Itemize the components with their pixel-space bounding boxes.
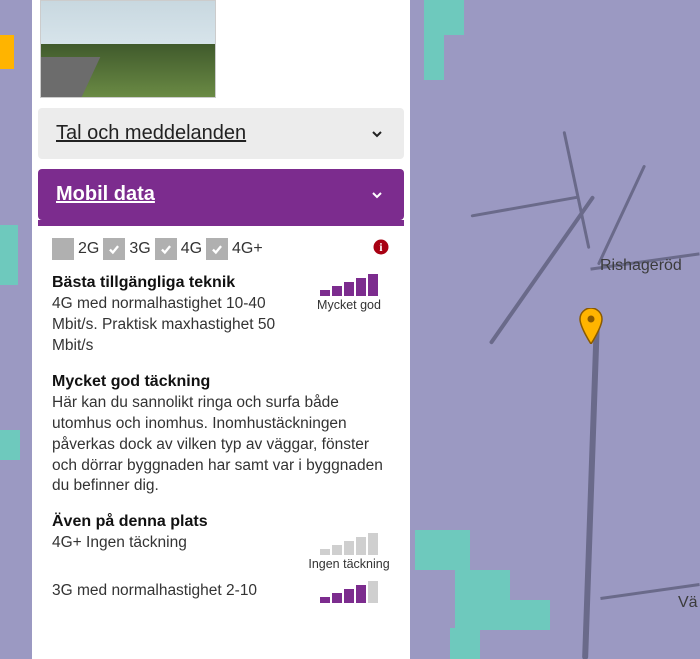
signal-label: Mycket god xyxy=(308,298,390,312)
chip-label: 4G xyxy=(181,240,202,258)
map-tile xyxy=(0,225,18,285)
signal-label: Ingen täckning xyxy=(308,557,390,571)
accordion-mobile-data[interactable]: Mobil data 2G 3G 4G xyxy=(38,169,404,605)
signal-bars-none: Ingen täckning xyxy=(308,533,390,571)
signal-bars-partial xyxy=(308,581,390,605)
chevron-down-icon xyxy=(368,125,386,143)
map-road xyxy=(582,320,600,659)
signal-bars: Mycket god xyxy=(308,274,390,312)
section-body: Här kan du sannolikt ringa och surfa båd… xyxy=(52,393,390,498)
map-tile xyxy=(424,0,464,35)
app-root: Rishageröd Vä Tal och meddelanden Mobil … xyxy=(0,0,700,659)
also-line: 3G med normalhastighet 2-10 xyxy=(52,581,257,602)
street-view-thumbnail[interactable] xyxy=(40,0,216,98)
section-title: Mycket god täckning xyxy=(52,373,390,391)
chevron-down-icon xyxy=(368,186,386,204)
map-tile xyxy=(450,628,480,659)
section-coverage: Mycket god täckning Här kan du sannolikt… xyxy=(52,373,390,498)
map-tile xyxy=(415,530,470,570)
section-title: Bästa tillgängliga teknik xyxy=(52,274,282,292)
chip-label: 2G xyxy=(78,240,99,258)
map-tile xyxy=(424,35,444,80)
map-pin-icon[interactable] xyxy=(578,308,604,344)
coverage-sidebar: Tal och meddelanden Mobil data 2G 3G xyxy=(32,0,410,659)
accordion-voice[interactable]: Tal och meddelanden xyxy=(38,108,404,159)
mobile-data-panel: 2G 3G 4G 4G+ i xyxy=(38,220,404,605)
map-road xyxy=(597,165,646,266)
accordion-title: Tal och meddelanden xyxy=(56,122,246,145)
map-tile xyxy=(0,430,20,460)
info-icon[interactable]: i xyxy=(372,238,390,256)
checkbox-checked-icon xyxy=(155,238,177,260)
section-title: Även på denna plats xyxy=(52,513,390,531)
checkbox-checked-icon xyxy=(206,238,228,260)
map-tile-yellow xyxy=(0,35,14,69)
checkbox-empty-icon xyxy=(52,238,74,260)
checkbox-checked-icon xyxy=(103,238,125,260)
tech-chip-4gplus[interactable]: 4G+ xyxy=(206,238,263,260)
accordion-title: Mobil data xyxy=(56,183,155,206)
map-tile xyxy=(510,600,550,630)
svg-text:i: i xyxy=(379,242,382,254)
section-also-here: Även på denna plats 4G+ Ingen täckning xyxy=(52,513,390,605)
map-label: Vä xyxy=(678,594,698,612)
technology-filter-row: 2G 3G 4G 4G+ i xyxy=(52,238,390,260)
map-tile xyxy=(455,570,510,630)
tech-chip-3g[interactable]: 3G xyxy=(103,238,150,260)
map-road xyxy=(471,195,580,217)
tech-chip-2g[interactable]: 2G xyxy=(52,238,99,260)
tech-chip-4g[interactable]: 4G xyxy=(155,238,202,260)
map-label: Rishageröd xyxy=(600,257,682,275)
also-line: 4G+ Ingen täckning xyxy=(52,533,187,554)
chip-label: 3G xyxy=(129,240,150,258)
chip-label: 4G+ xyxy=(232,240,263,258)
section-body: 4G med normalhastighet 10-40 Mbit/s. Pra… xyxy=(52,294,282,357)
section-best-tech: Bästa tillgängliga teknik 4G med normalh… xyxy=(52,274,390,357)
